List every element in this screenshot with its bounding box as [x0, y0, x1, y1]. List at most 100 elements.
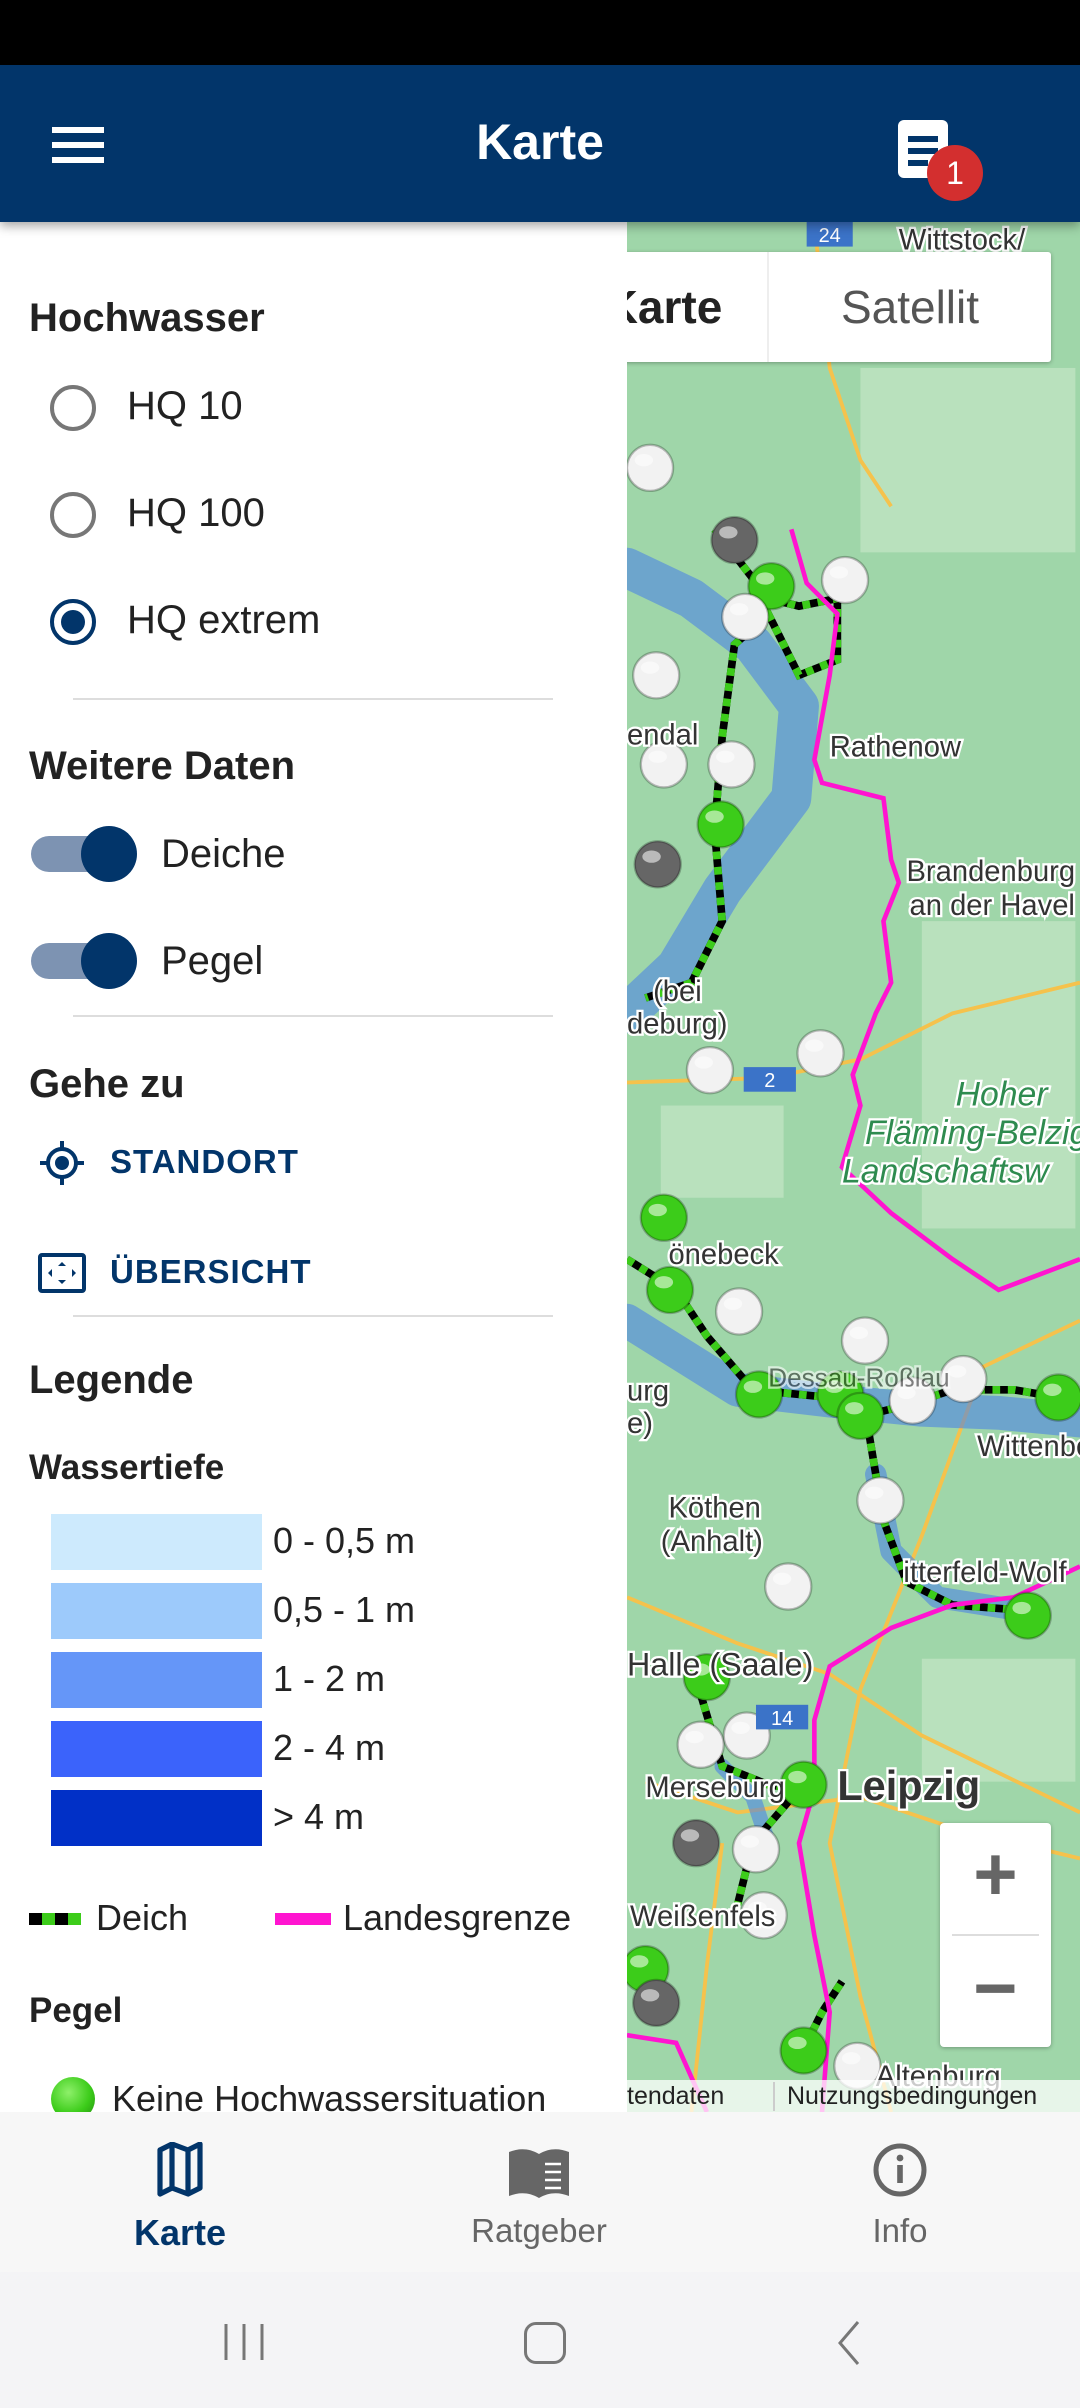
gauge-marker[interactable] — [820, 555, 870, 605]
gauge-marker[interactable] — [627, 443, 675, 493]
depth-swatch — [51, 1652, 262, 1708]
gauge-marker[interactable] — [645, 1265, 695, 1315]
zoom-out-button[interactable]: − — [940, 1937, 1051, 2047]
map-label: Hoher — [956, 1076, 1050, 1114]
map-label: Wittenberg — [977, 1431, 1080, 1463]
map-label: önebeck — [668, 1239, 779, 1271]
gauge-marker[interactable] — [779, 1760, 828, 1809]
app-header: Karte 1 — [0, 65, 1080, 222]
gauge-marker-highlight — [845, 1402, 864, 1415]
gauge-marker-highlight — [1043, 1383, 1062, 1396]
dike-legend-label: Deich — [96, 1897, 189, 1938]
gauge-marker-highlight — [731, 1721, 750, 1734]
divider — [73, 1315, 553, 1317]
gauge-marker[interactable] — [696, 800, 745, 849]
nav-tab-karte[interactable]: Karte — [80, 2112, 280, 2272]
gauge-marker-highlight — [1012, 1601, 1031, 1615]
nav-label: Karte — [133, 2212, 227, 2253]
back-icon[interactable] — [834, 2320, 864, 2366]
toggle-deiche[interactable] — [31, 826, 137, 882]
map-type-satellit-button[interactable]: Satellit — [767, 252, 1051, 362]
border-legend-label: Landesgrenze — [343, 1897, 572, 1938]
gauge-marker[interactable] — [1003, 1591, 1052, 1640]
gauge-marker[interactable] — [676, 1720, 725, 1769]
map-data-link[interactable]: tendaten — [627, 2082, 724, 2111]
gauge-marker[interactable] — [710, 515, 759, 565]
gauge-marker-highlight — [630, 1955, 649, 1968]
gauge-marker[interactable] — [1034, 1373, 1080, 1422]
gauge-marker[interactable] — [639, 1193, 689, 1242]
gauge-marker-highlight — [654, 1276, 674, 1289]
gauge-marker[interactable] — [671, 1818, 721, 1868]
radio-hq-extrem[interactable] — [50, 599, 96, 645]
side-drawer: Hochwasser HQ 10 HQ 100 HQ extrem Weiter… — [0, 222, 627, 2121]
gauge-marker[interactable] — [631, 1978, 681, 2028]
depth-swatch — [51, 1583, 262, 1639]
map-label: urg — [627, 1376, 669, 1408]
radio-label[interactable]: HQ 100 — [127, 491, 265, 536]
gauge-marker[interactable] — [840, 1316, 890, 1365]
gauge-marker-highlight — [680, 1829, 700, 1842]
map-label: e) — [627, 1408, 653, 1440]
map-label: Merseburg — [645, 1772, 784, 1804]
map-label: Fläming-Belzig — [865, 1114, 1080, 1152]
gauge-marker[interactable] — [731, 1825, 781, 1874]
gauge-marker-highlight — [685, 1730, 704, 1744]
gauge-marker-highlight — [829, 566, 849, 579]
gauge-marker[interactable] — [631, 651, 681, 700]
map-label: (Anhalt) — [661, 1526, 763, 1558]
gauge-marker[interactable] — [685, 1045, 735, 1095]
gauge-marker-highlight — [788, 2036, 807, 2049]
gauge-marker-highlight — [755, 572, 775, 585]
gauge-marker-highlight — [716, 750, 735, 763]
uebersicht-link[interactable]: ÜBERSICHT — [110, 1253, 312, 1291]
depth-label: 0,5 - 1 m — [273, 1589, 416, 1630]
recent-apps-icon[interactable] — [222, 2322, 266, 2362]
fullscreen-frame-icon[interactable] — [38, 1253, 86, 1293]
book-icon — [509, 2149, 569, 2198]
depth-swatch — [51, 1514, 262, 1570]
standort-link[interactable]: STANDORT — [110, 1143, 299, 1181]
zoom-in-button[interactable]: + — [940, 1823, 1051, 1933]
section-title-legende: Legende — [29, 1358, 194, 1402]
gps-fixed-icon[interactable] — [38, 1139, 86, 1187]
section-title-gehe-zu: Gehe zu — [29, 1062, 185, 1106]
toggle-label: Pegel — [161, 939, 264, 983]
gauge-marker[interactable] — [779, 2026, 828, 2075]
road-shield-label: 2 — [764, 1070, 775, 1092]
depth-label: 1 - 2 m — [273, 1658, 386, 1699]
gauge-marker[interactable] — [707, 740, 756, 789]
info-icon — [873, 2143, 927, 2197]
depth-label: 2 - 4 m — [273, 1727, 386, 1768]
toggle-pegel[interactable] — [31, 933, 137, 989]
gauge-marker[interactable] — [796, 1029, 845, 1078]
gauge-marker[interactable] — [633, 840, 682, 889]
radio-hq10[interactable] — [50, 385, 96, 431]
map-label: itterfeld-Wolf — [903, 1557, 1067, 1589]
divider — [73, 1015, 553, 1017]
terms-of-use-link[interactable]: Nutzungsbedingungen — [773, 2082, 1037, 2111]
gauge-marker[interactable] — [856, 1476, 905, 1525]
map-label: deburg) — [627, 1008, 728, 1040]
legend-subtitle-wassertiefe: Wassertiefe — [29, 1448, 225, 1487]
zoom-controls: + − — [940, 1823, 1051, 2047]
depth-swatch — [51, 1790, 262, 1846]
nav-label: Info — [872, 2212, 928, 2249]
home-icon[interactable] — [524, 2322, 566, 2364]
map-label: Köthen — [668, 1492, 760, 1524]
gauge-marker[interactable] — [836, 1391, 885, 1441]
gauge-marker-highlight — [640, 1989, 660, 2002]
nav-tab-info[interactable]: Info — [800, 2112, 1000, 2272]
gauge-marker-highlight — [849, 1326, 869, 1340]
radio-label[interactable]: HQ 10 — [127, 384, 243, 429]
radio-hq100[interactable] — [50, 492, 96, 538]
nav-tab-ratgeber[interactable]: Ratgeber — [439, 2112, 639, 2272]
gauge-marker[interactable] — [764, 1562, 813, 1611]
map-label: Halle (Saale) — [627, 1647, 813, 1683]
gauge-marker[interactable] — [721, 592, 770, 642]
notification-badge: 1 — [927, 145, 983, 201]
gauge-marker-highlight — [723, 1297, 743, 1310]
radio-label[interactable]: HQ extrem — [127, 598, 320, 643]
map-label: Brandenburg — [906, 856, 1075, 888]
gauge-marker[interactable] — [714, 1287, 764, 1336]
